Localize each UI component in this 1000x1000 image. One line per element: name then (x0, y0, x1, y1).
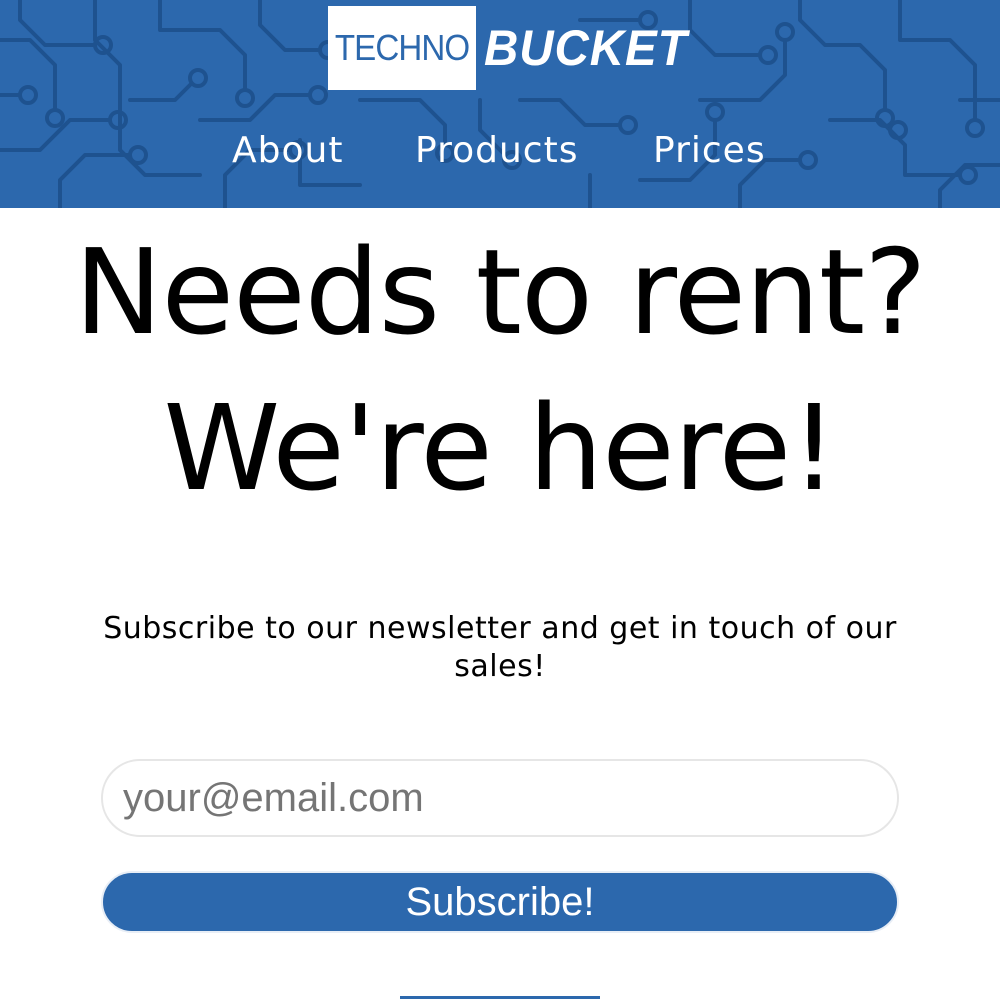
nav-link-prices[interactable]: Prices (653, 130, 766, 171)
main-nav: About Products Prices (0, 130, 1000, 178)
hero-line-1: Needs to rent? (74, 223, 927, 361)
email-input[interactable] (101, 759, 899, 837)
footer-divider (400, 996, 600, 999)
hero-line-2: We're here! (163, 379, 837, 517)
nav-link-products[interactable]: Products (415, 130, 578, 171)
techno-bucket-logo[interactable]: TECHNO BUCKET (328, 6, 698, 90)
nav-link-about[interactable]: About (232, 130, 343, 171)
newsletter-description: Subscribe to our newsletter and get in t… (103, 611, 897, 684)
subscribe-button[interactable]: Subscribe! (101, 871, 899, 933)
site-header: TECHNO BUCKET About Products Prices (0, 0, 1000, 208)
logo-text-bucket: BUCKET (484, 20, 688, 76)
logo-box: TECHNO (328, 6, 476, 90)
hero-heading: Needs to rent? We're here! (0, 214, 1000, 526)
logo-text-techno: TECHNO (334, 27, 470, 68)
